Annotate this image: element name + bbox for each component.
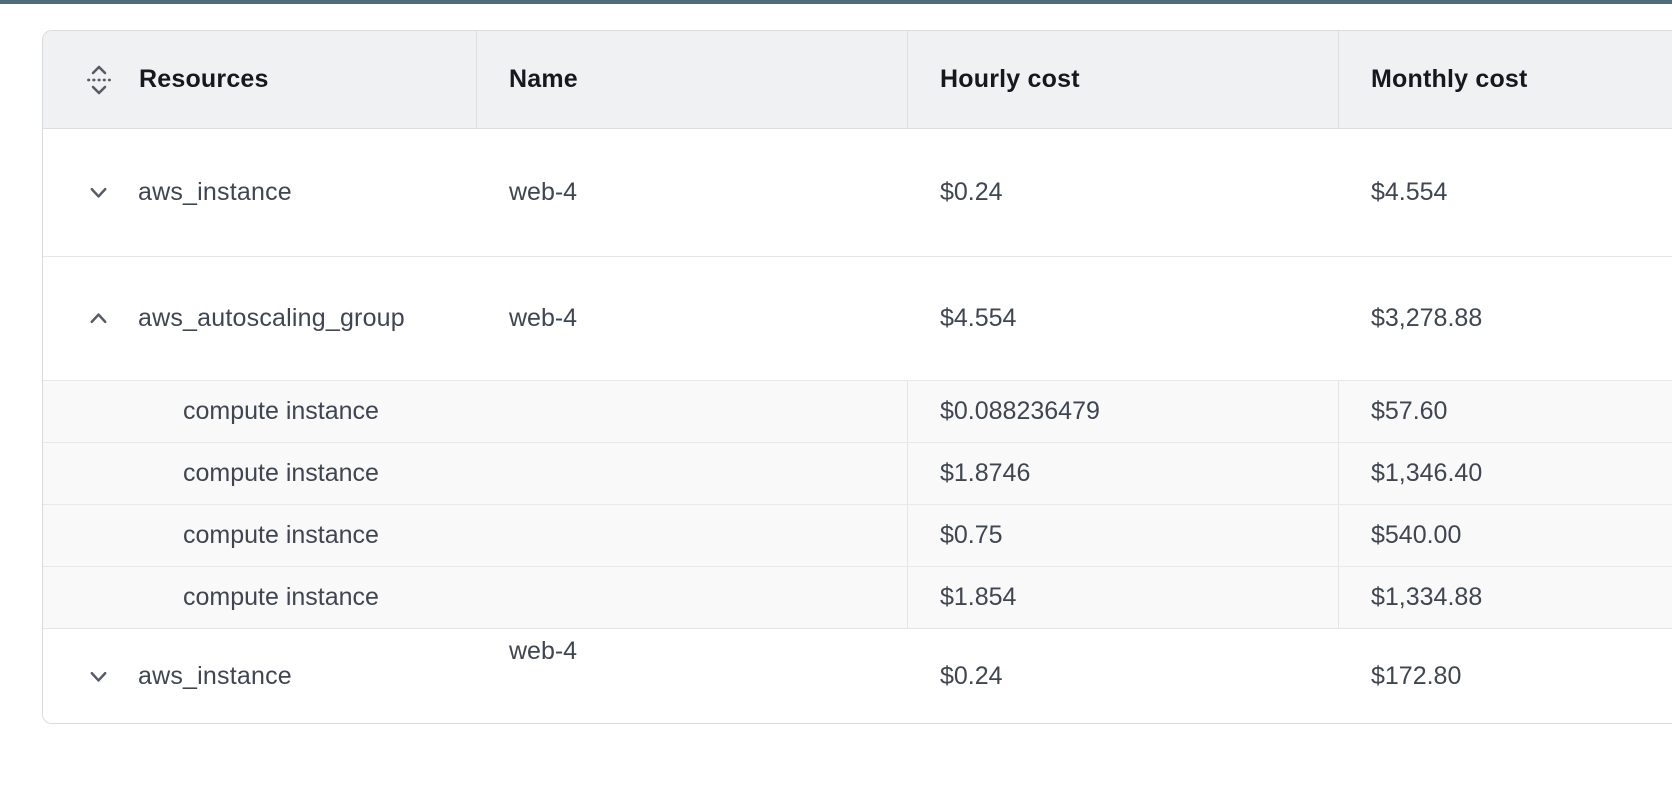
subrow-label-cell: compute instance bbox=[43, 443, 908, 504]
subrow-monthly-cost-cell: $57.60 bbox=[1338, 381, 1672, 442]
resource-instance-name: web-4 bbox=[509, 637, 577, 666]
monthly-cost-cell: $3,278.88 bbox=[1339, 257, 1672, 380]
hourly-cost-value: $1.8746 bbox=[940, 459, 1030, 488]
monthly-cost-value: $4.554 bbox=[1371, 178, 1447, 207]
column-header-label: Hourly cost bbox=[940, 65, 1080, 94]
monthly-cost-value: $57.60 bbox=[1371, 397, 1447, 426]
resource-instance-name: web-4 bbox=[509, 304, 577, 333]
subrow-label-cell: compute instance bbox=[43, 567, 908, 628]
cost-component-label: compute instance bbox=[183, 397, 379, 426]
hourly-cost-cell: $4.554 bbox=[908, 257, 1339, 380]
name-cell: web-4 bbox=[477, 629, 908, 724]
chevron-down-icon[interactable] bbox=[85, 663, 112, 690]
resource-cell: aws_instance bbox=[43, 629, 477, 724]
column-header-name: Name bbox=[477, 31, 908, 128]
subrow-hourly-cost-cell: $0.75 bbox=[907, 505, 1339, 566]
chevron-up-icon[interactable] bbox=[85, 305, 112, 332]
cost-component-label: compute instance bbox=[183, 459, 379, 488]
table-subrow: compute instance $0.75 $540.00 bbox=[43, 504, 1672, 566]
subrow-label-cell: compute instance bbox=[43, 381, 908, 442]
hourly-cost-value: $0.088236479 bbox=[940, 397, 1100, 426]
hourly-cost-cell: $0.24 bbox=[908, 129, 1339, 256]
resource-cell: aws_autoscaling_group bbox=[43, 257, 477, 380]
table-row[interactable]: aws_instance web-4 $0.24 $4.554 bbox=[43, 129, 1672, 256]
monthly-cost-value: $1,346.40 bbox=[1371, 459, 1482, 488]
hourly-cost-value: $0.24 bbox=[940, 662, 1003, 691]
column-header-label: Resources bbox=[139, 65, 269, 94]
subrow-monthly-cost-cell: $540.00 bbox=[1338, 505, 1672, 566]
table-subrow: compute instance $1.854 $1,334.88 bbox=[43, 566, 1672, 628]
subrow-monthly-cost-cell: $1,346.40 bbox=[1338, 443, 1672, 504]
monthly-cost-cell: $4.554 bbox=[1339, 129, 1672, 256]
subrow-hourly-cost-cell: $1.8746 bbox=[907, 443, 1339, 504]
column-header-resources: Resources bbox=[43, 31, 477, 128]
monthly-cost-cell: $172.80 bbox=[1339, 629, 1672, 724]
table-subrow: compute instance $1.8746 $1,346.40 bbox=[43, 442, 1672, 504]
page: { "colors": { "top_accent": "#4f6c78", "… bbox=[0, 0, 1672, 797]
cost-component-label: compute instance bbox=[183, 583, 379, 612]
resource-name: aws_autoscaling_group bbox=[138, 304, 405, 333]
hourly-cost-value: $0.75 bbox=[940, 521, 1003, 550]
table-header-row: Resources Name Hourly cost Monthly cost bbox=[43, 31, 1672, 129]
table-subrow: compute instance $0.088236479 $57.60 bbox=[43, 380, 1672, 442]
monthly-cost-value: $1,334.88 bbox=[1371, 583, 1482, 612]
table-row[interactable]: aws_instance web-4 $0.24 $172.80 bbox=[43, 628, 1672, 724]
resource-instance-name: web-4 bbox=[509, 178, 577, 207]
cost-component-label: compute instance bbox=[183, 521, 379, 550]
hourly-cost-value: $1.854 bbox=[940, 583, 1016, 612]
monthly-cost-value: $3,278.88 bbox=[1371, 304, 1482, 333]
collapse-expand-all-icon[interactable] bbox=[85, 62, 113, 98]
column-header-label: Name bbox=[509, 65, 578, 94]
cost-table-body: aws_instanceweb-4$0.24$4.554aws_autoscal… bbox=[43, 129, 1672, 724]
monthly-cost-value: $172.80 bbox=[1371, 662, 1461, 691]
subrow-label-cell: compute instance bbox=[43, 505, 908, 566]
subrow-hourly-cost-cell: $1.854 bbox=[907, 567, 1339, 628]
cost-table: Resources Name Hourly cost Monthly cost … bbox=[42, 30, 1672, 724]
column-header-hourly-cost: Hourly cost bbox=[908, 31, 1339, 128]
monthly-cost-value: $540.00 bbox=[1371, 521, 1461, 550]
hourly-cost-value: $0.24 bbox=[940, 178, 1003, 207]
name-cell: web-4 bbox=[477, 129, 908, 256]
table-row[interactable]: aws_autoscaling_group web-4 $4.554 $3,278.8… bbox=[43, 256, 1672, 380]
name-cell: web-4 bbox=[477, 257, 908, 380]
resource-name: aws_instance bbox=[138, 178, 292, 207]
chevron-down-icon[interactable] bbox=[85, 179, 112, 206]
top-accent-bar bbox=[0, 0, 1672, 4]
subrow-hourly-cost-cell: $0.088236479 bbox=[907, 381, 1339, 442]
hourly-cost-cell: $0.24 bbox=[908, 629, 1339, 724]
column-header-monthly-cost: Monthly cost bbox=[1339, 31, 1672, 128]
resource-name: aws_instance bbox=[138, 662, 292, 691]
subrow-monthly-cost-cell: $1,334.88 bbox=[1338, 567, 1672, 628]
column-header-label: Monthly cost bbox=[1371, 65, 1528, 94]
hourly-cost-value: $4.554 bbox=[940, 304, 1016, 333]
resource-cell: aws_instance bbox=[43, 129, 477, 256]
